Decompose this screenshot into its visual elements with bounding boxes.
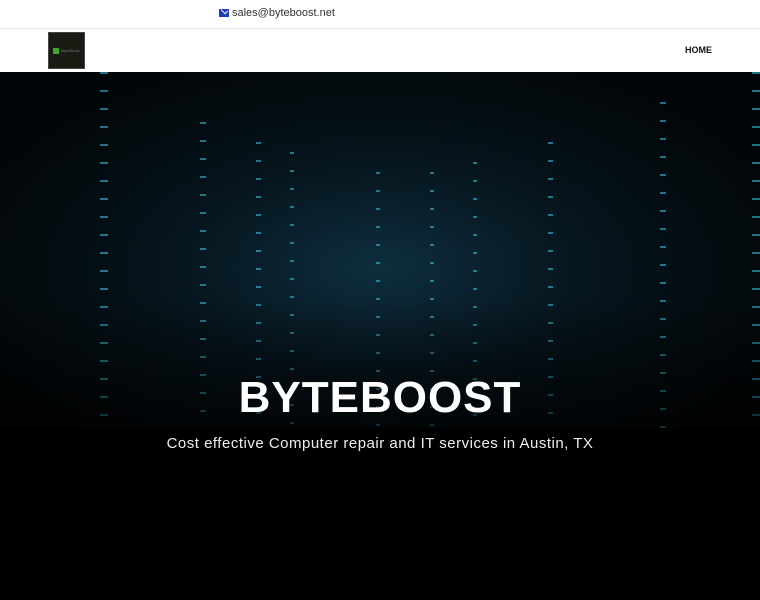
nav-home-link[interactable]: HOME xyxy=(685,45,712,55)
logo[interactable]: ByteBoost xyxy=(48,32,85,69)
email-text[interactable]: sales@byteboost.net xyxy=(232,7,335,19)
logo-mark-icon xyxy=(53,47,60,54)
contact-email[interactable]: sales@byteboost.net xyxy=(219,7,335,19)
logo-text: ByteBoost xyxy=(61,48,80,53)
navbar: ByteBoost HOME xyxy=(0,29,760,72)
envelope-icon xyxy=(219,9,229,17)
top-bar: sales@byteboost.net xyxy=(0,0,760,29)
hero-title: BYTEBOOST xyxy=(238,373,522,422)
hero-subtitle: Cost effective Computer repair and IT se… xyxy=(166,435,594,452)
